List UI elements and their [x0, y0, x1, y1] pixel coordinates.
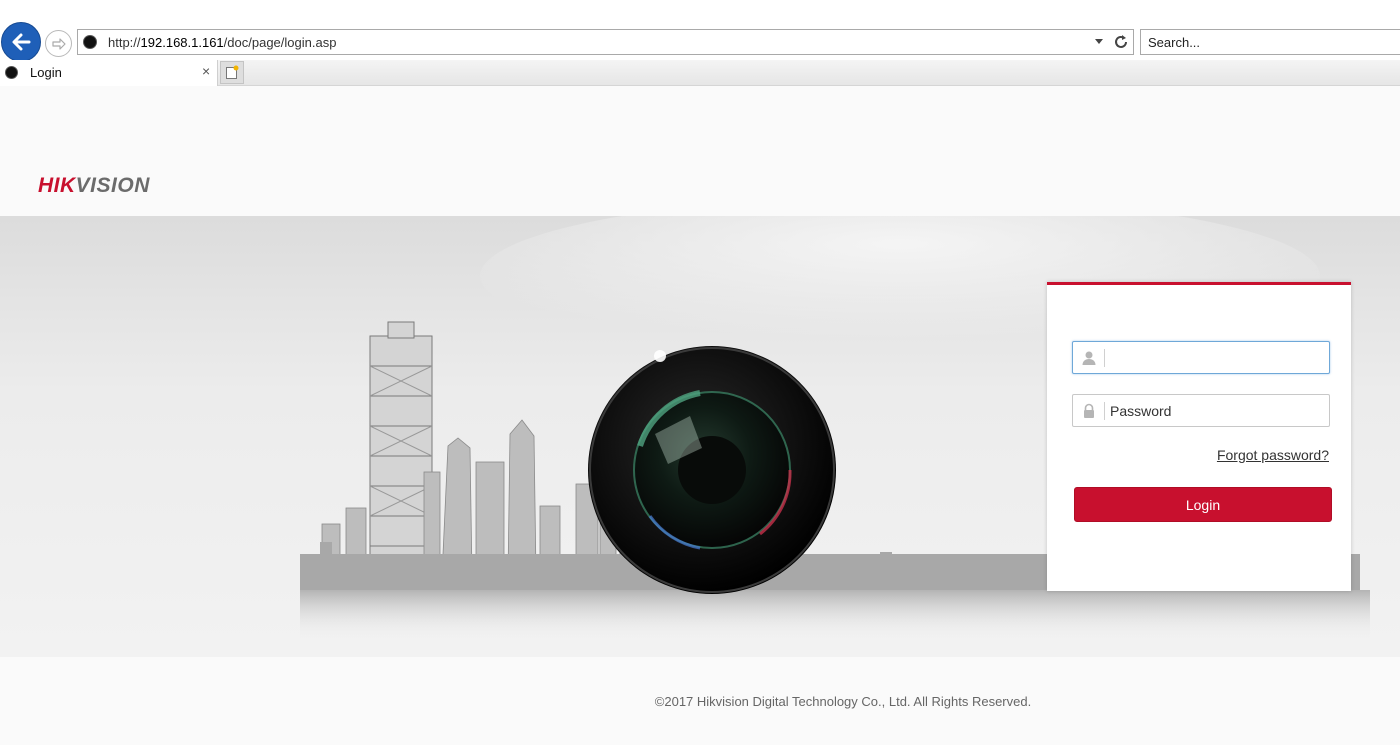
password-field[interactable]: [1072, 394, 1330, 427]
tab-title: Login: [30, 65, 62, 80]
search-placeholder: Search...: [1148, 35, 1201, 50]
login-button[interactable]: Login: [1074, 487, 1332, 522]
close-icon[interactable]: ×: [202, 63, 210, 79]
back-button[interactable]: [1, 22, 41, 62]
tab-favicon-icon: [5, 66, 18, 79]
forgot-password-link[interactable]: Forgot password?: [1217, 447, 1329, 463]
chevron-down-icon[interactable]: [1094, 38, 1104, 46]
tab-login[interactable]: Login ×: [0, 60, 218, 86]
arrow-left-icon: [12, 33, 31, 51]
username-input[interactable]: [1110, 346, 1322, 370]
lock-icon: [1084, 403, 1094, 418]
user-icon: [1082, 351, 1096, 365]
arrow-right-icon: [51, 37, 66, 50]
address-bar[interactable]: http://192.168.1.161/doc/page/login.asp: [77, 29, 1134, 55]
new-tab-button[interactable]: [220, 61, 244, 84]
browser-chrome: http://192.168.1.161/doc/page/login.asp …: [0, 0, 1400, 86]
new-tab-icon: [226, 65, 239, 79]
password-input[interactable]: [1110, 399, 1322, 423]
password-separator: [1104, 402, 1105, 420]
refresh-icon[interactable]: [1112, 33, 1130, 51]
username-separator: [1104, 349, 1105, 367]
forward-button[interactable]: [45, 30, 72, 57]
site-favicon-icon: [83, 35, 97, 49]
copyright-text: ©2017 Hikvision Digital Technology Co., …: [654, 694, 1032, 709]
login-card: Forgot password? Login: [1047, 282, 1351, 591]
address-url: http://192.168.1.161/doc/page/login.asp: [108, 35, 337, 50]
search-box[interactable]: Search...: [1140, 29, 1400, 55]
tab-strip: Login ×: [0, 60, 1400, 86]
username-field[interactable]: [1072, 341, 1330, 374]
hikvision-logo: HIKVISION: [38, 174, 150, 197]
